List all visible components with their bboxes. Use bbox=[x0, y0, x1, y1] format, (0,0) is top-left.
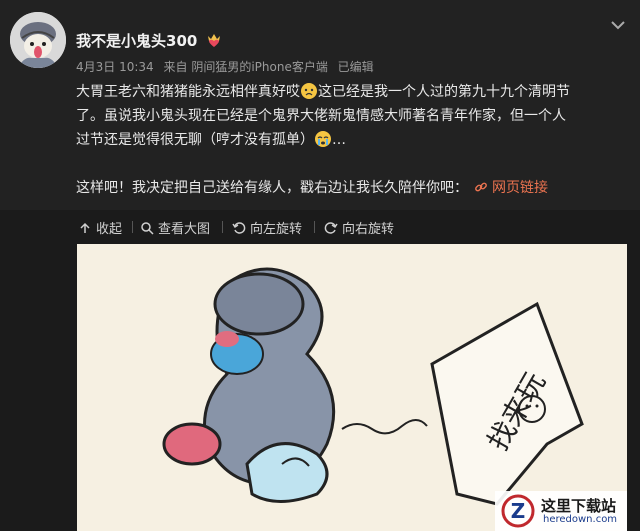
web-link[interactable]: 网页链接 bbox=[492, 180, 548, 196]
sad-face-emoji bbox=[301, 83, 317, 99]
watermark: Z 这里下载站 heredown.com bbox=[495, 491, 627, 531]
image-toolbar: 收起 查看大图 向左旋转 向右旋转 bbox=[0, 210, 640, 244]
collapse-button[interactable]: 收起 bbox=[78, 218, 122, 237]
divider bbox=[314, 221, 315, 233]
svg-text:Z: Z bbox=[511, 499, 526, 523]
avatar[interactable] bbox=[10, 12, 66, 68]
rotate-right-icon bbox=[324, 221, 338, 234]
rotate-left-icon bbox=[232, 221, 246, 234]
chevron-down-icon[interactable] bbox=[610, 20, 626, 30]
divider bbox=[222, 221, 223, 233]
post-content: 大胃王老六和猪猪能永远相伴真好哎 这已经是我一个人过的第九十九个清明节 了。虽说我… bbox=[76, 80, 632, 200]
watermark-title: 这里下载站 bbox=[541, 497, 617, 515]
post-text-line: 大胃王老六和猪猪能永远相伴真好哎 这已经是我一个人过的第九十九个清明节 bbox=[76, 83, 570, 100]
view-large-label: 查看大图 bbox=[158, 222, 211, 237]
rotate-right-button[interactable]: 向右旋转 bbox=[324, 218, 394, 237]
link-icon bbox=[475, 182, 487, 192]
post-source: 来自 阴间猛男的iPhone客户端 bbox=[163, 60, 328, 74]
search-icon bbox=[141, 221, 154, 235]
view-large-button[interactable]: 查看大图 bbox=[140, 218, 210, 237]
post-text-line: 过节还是觉得很无聊（哼才没有孤单）… bbox=[76, 131, 346, 148]
crown-heart-icon bbox=[208, 34, 221, 47]
rotate-right-label: 向右旋转 bbox=[342, 222, 395, 237]
rotate-left-label: 向左旋转 bbox=[250, 222, 303, 237]
divider bbox=[132, 221, 133, 233]
arrow-up-icon bbox=[80, 222, 90, 233]
post-image[interactable]: 找来玩 Z 这里下载站 heredown.com bbox=[77, 244, 627, 531]
watermark-url: heredown.com bbox=[543, 514, 618, 525]
username-row: 我不是小鬼头300 bbox=[76, 30, 223, 50]
post-text-line: 了。虽说我小鬼头现在已经是个鬼界大佬新鬼情感大师著名青年作家，但一个人 bbox=[76, 108, 566, 124]
post-text-line: 这样吧！我决定把自己送给有缘人，戳右边让我长久陪伴你吧： 网页链接 bbox=[76, 180, 548, 196]
rotate-left-button[interactable]: 向左旋转 bbox=[232, 218, 302, 237]
avatar-ghost-icon bbox=[10, 12, 66, 68]
crying-face-emoji bbox=[315, 131, 331, 147]
watermark-logo-icon: Z bbox=[501, 494, 535, 528]
ghost-illustration: 找来玩 bbox=[77, 244, 627, 531]
post-header: 我不是小鬼头300 4月3日 10:34 来自 阴间猛男的iPhone客户端 已… bbox=[0, 0, 640, 210]
post-meta: 4月3日 10:34 来自 阴间猛男的iPhone客户端 已编辑 bbox=[76, 58, 380, 75]
username[interactable]: 我不是小鬼头300 bbox=[76, 30, 197, 51]
collapse-label: 收起 bbox=[96, 222, 123, 237]
post-date[interactable]: 4月3日 10:34 bbox=[76, 60, 154, 74]
edited-label[interactable]: 已编辑 bbox=[338, 60, 374, 74]
